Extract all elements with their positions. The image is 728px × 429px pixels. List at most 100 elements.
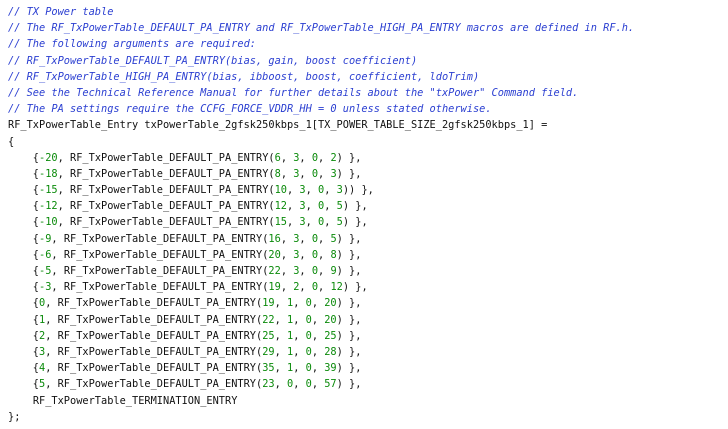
entry-argument: 0 bbox=[311, 248, 319, 261]
entry-argument: 8 bbox=[330, 248, 337, 261]
entry-dbm-value: -18 bbox=[39, 167, 58, 180]
entry-argument: 3 bbox=[299, 200, 306, 213]
entry-argument: 19 bbox=[268, 281, 281, 294]
entry-macro-name: RF_TxPowerTable_DEFAULT_PA_ENTRY bbox=[63, 281, 263, 294]
code-comment: // The RF_TxPowerTable_DEFAULT_PA_ENTRY … bbox=[8, 22, 635, 35]
entry-macro-name: RF_TxPowerTable_DEFAULT_PA_ENTRY bbox=[70, 167, 269, 180]
entry-argument: 16 bbox=[268, 232, 281, 245]
entry-argument: 3 bbox=[336, 184, 343, 197]
code-editor[interactable]: // TX Power table // The RF_TxPowerTable… bbox=[0, 0, 728, 429]
entry-terminator: }, bbox=[342, 167, 362, 180]
entry-macro-name: RF_TxPowerTable_DEFAULT_PA_ENTRY bbox=[70, 184, 269, 197]
entry-terminator: }, bbox=[342, 345, 362, 358]
entry-terminator: }, bbox=[342, 297, 362, 310]
entry-argument: 20 bbox=[268, 248, 281, 261]
code-comment: // RF_TxPowerTable_DEFAULT_PA_ENTRY(bias… bbox=[8, 54, 418, 67]
table-entry-row: {-18, RF_TxPowerTable_DEFAULT_PA_ENTRY(8… bbox=[8, 167, 362, 180]
entry-macro-name: RF_TxPowerTable_DEFAULT_PA_ENTRY bbox=[57, 378, 256, 391]
entry-dbm-value: -3 bbox=[39, 281, 52, 294]
entry-macro-name: RF_TxPowerTable_DEFAULT_PA_ENTRY bbox=[70, 200, 269, 213]
code-comment: // The following arguments are required: bbox=[8, 38, 256, 51]
entry-argument: 1 bbox=[287, 362, 294, 375]
entry-macro-name: RF_TxPowerTable_DEFAULT_PA_ENTRY bbox=[70, 216, 269, 229]
entry-macro-name: RF_TxPowerTable_DEFAULT_PA_ENTRY bbox=[63, 248, 263, 261]
entry-argument: 3 bbox=[293, 248, 300, 261]
entry-dbm-value: 5 bbox=[39, 378, 46, 391]
entry-dbm-value: -5 bbox=[39, 265, 52, 277]
entry-argument: 1 bbox=[287, 345, 294, 358]
table-entry-row: {3, RF_TxPowerTable_DEFAULT_PA_ENTRY(29,… bbox=[8, 345, 362, 358]
entry-terminator: }, bbox=[349, 216, 368, 229]
entry-dbm-value: -20 bbox=[39, 151, 58, 164]
entry-terminator: }, bbox=[349, 200, 368, 213]
entry-dbm-value: -10 bbox=[39, 216, 58, 229]
close-brace: }; bbox=[8, 410, 21, 423]
table-entry-row: {0, RF_TxPowerTable_DEFAULT_PA_ENTRY(19,… bbox=[8, 297, 362, 310]
entry-argument: 57 bbox=[324, 378, 337, 391]
entry-argument: 0 bbox=[305, 345, 312, 358]
entry-argument: 25 bbox=[262, 329, 275, 342]
code-comment: // RF_TxPowerTable_HIGH_PA_ENTRY(bias, i… bbox=[8, 70, 480, 83]
table-entry-row: {-5, RF_TxPowerTable_DEFAULT_PA_ENTRY(22… bbox=[8, 265, 362, 277]
code-comment: // The PA settings require the CCFG_FORC… bbox=[8, 103, 492, 116]
entry-argument: 0 bbox=[305, 362, 312, 375]
entry-dbm-value: -15 bbox=[39, 184, 58, 197]
entry-terminator: }, bbox=[342, 378, 362, 391]
entry-argument: 0 bbox=[311, 281, 319, 294]
entry-argument: 3 bbox=[293, 167, 300, 180]
entry-terminator: }, bbox=[342, 248, 362, 261]
open-brace: { bbox=[8, 135, 15, 148]
entry-argument: 1 bbox=[287, 313, 294, 326]
entry-list: {-20, RF_TxPowerTable_DEFAULT_PA_ENTRY(6… bbox=[0, 150, 728, 393]
entry-argument: 6 bbox=[274, 151, 281, 164]
entry-argument: 3 bbox=[293, 151, 300, 164]
termination-entry: RF_TxPowerTable_TERMINATION_ENTRY bbox=[0, 393, 728, 409]
entry-argument: 0 bbox=[318, 216, 325, 229]
entry-terminator: ) }, bbox=[349, 184, 374, 197]
entry-argument: 5 bbox=[336, 200, 343, 213]
entry-terminator: }, bbox=[349, 281, 368, 294]
entry-terminator: }, bbox=[342, 151, 362, 164]
entry-dbm-value: -6 bbox=[39, 248, 52, 261]
entry-dbm-value: 0 bbox=[39, 297, 46, 310]
table-entry-row: {-12, RF_TxPowerTable_DEFAULT_PA_ENTRY(1… bbox=[8, 200, 368, 213]
entry-argument: 0 bbox=[318, 200, 325, 213]
entry-argument: 0 bbox=[305, 297, 312, 310]
entry-argument: 5 bbox=[336, 216, 343, 229]
entry-argument: 9 bbox=[330, 265, 337, 277]
entry-argument: 22 bbox=[268, 265, 281, 277]
entry-argument: 3 bbox=[293, 265, 300, 277]
entry-argument: 0 bbox=[311, 265, 319, 277]
entry-argument: 19 bbox=[262, 297, 275, 310]
table-entry-row: {1, RF_TxPowerTable_DEFAULT_PA_ENTRY(22,… bbox=[8, 313, 362, 326]
entry-dbm-value: -9 bbox=[39, 232, 52, 245]
entry-terminator: }, bbox=[342, 362, 362, 375]
entry-argument: 0 bbox=[318, 184, 325, 197]
entry-argument: 35 bbox=[262, 362, 275, 375]
entry-argument: 1 bbox=[287, 329, 294, 342]
entry-argument: 20 bbox=[324, 297, 337, 310]
array-declaration: RF_TxPowerTable_Entry txPowerTable_2gfsk… bbox=[8, 119, 548, 132]
entry-argument: 29 bbox=[262, 345, 275, 358]
entry-macro-name: RF_TxPowerTable_DEFAULT_PA_ENTRY bbox=[57, 345, 256, 358]
entry-macro-name: RF_TxPowerTable_DEFAULT_PA_ENTRY bbox=[57, 329, 256, 342]
entry-argument: 12 bbox=[330, 281, 343, 294]
entry-argument: 12 bbox=[274, 200, 288, 213]
entry-macro-name: RF_TxPowerTable_DEFAULT_PA_ENTRY bbox=[57, 362, 256, 375]
table-entry-row: {-20, RF_TxPowerTable_DEFAULT_PA_ENTRY(6… bbox=[8, 151, 362, 164]
entry-macro-name: RF_TxPowerTable_DEFAULT_PA_ENTRY bbox=[63, 232, 263, 245]
entry-argument: 22 bbox=[262, 313, 275, 326]
entry-argument: 39 bbox=[324, 362, 337, 375]
entry-argument: 1 bbox=[287, 297, 294, 310]
entry-argument: 23 bbox=[262, 378, 275, 391]
table-entry-row: {-6, RF_TxPowerTable_DEFAULT_PA_ENTRY(20… bbox=[8, 248, 362, 261]
entry-dbm-value: 3 bbox=[39, 345, 46, 358]
entry-terminator: }, bbox=[342, 313, 362, 326]
entry-dbm-value: 1 bbox=[39, 313, 46, 326]
table-entry-row: {2, RF_TxPowerTable_DEFAULT_PA_ENTRY(25,… bbox=[8, 329, 362, 342]
entry-argument: 0 bbox=[311, 151, 319, 164]
entry-argument: 8 bbox=[274, 167, 281, 180]
entry-argument: 0 bbox=[305, 313, 312, 326]
table-entry-row: {-10, RF_TxPowerTable_DEFAULT_PA_ENTRY(1… bbox=[8, 216, 368, 229]
entry-argument: 0 bbox=[305, 378, 312, 391]
